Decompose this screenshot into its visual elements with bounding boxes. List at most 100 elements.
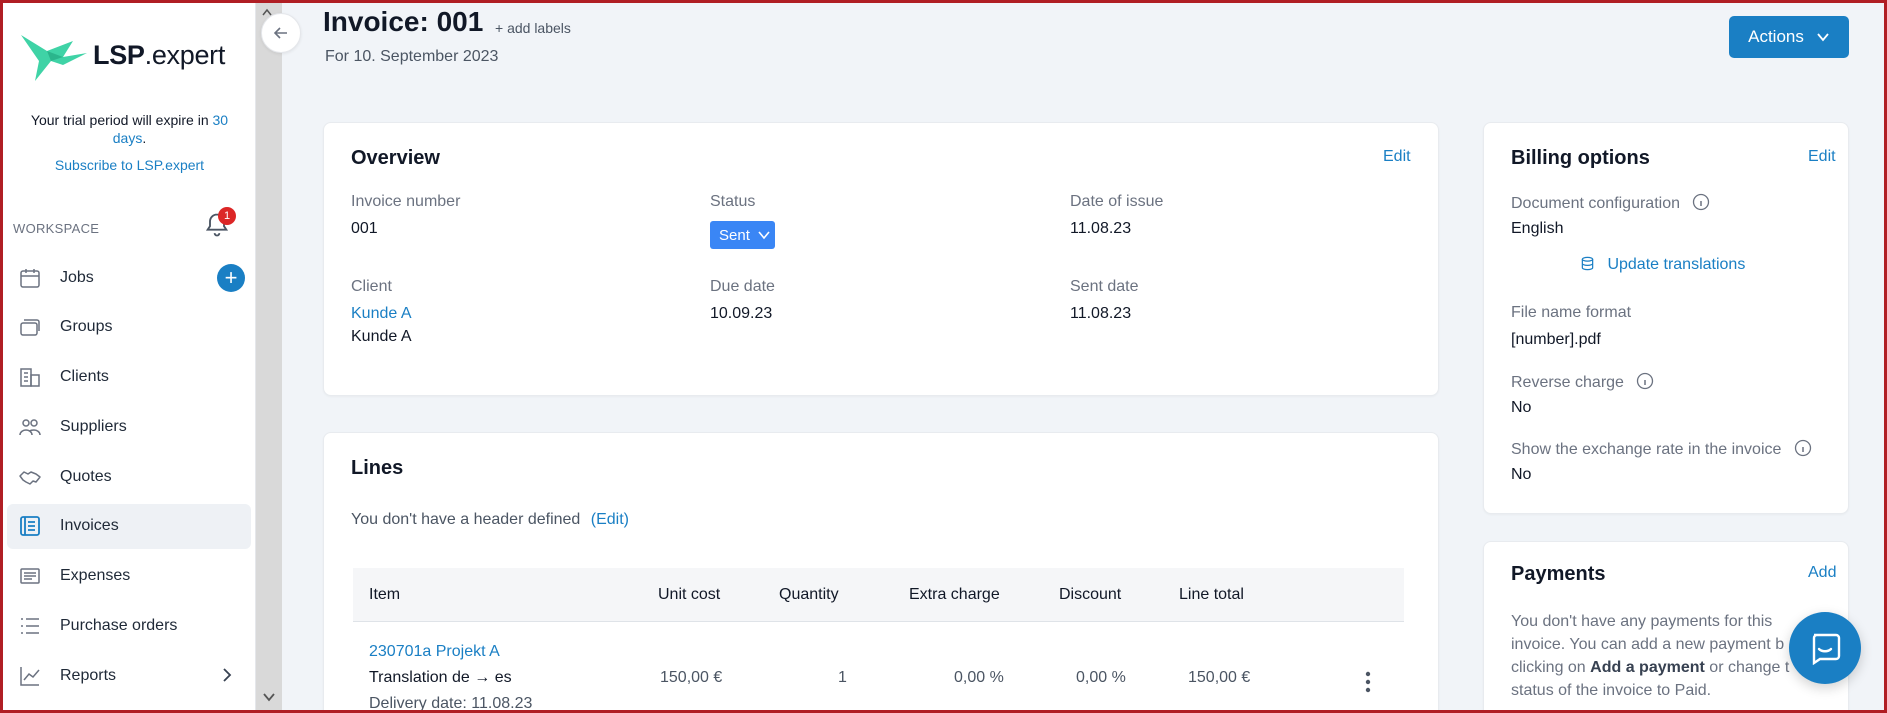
column-header[interactable]: Discount [1059, 586, 1121, 604]
chevron-down-icon [758, 231, 770, 240]
arrow-left-icon [273, 27, 287, 39]
lines-card: Lines You don't have a header defined (E… [323, 432, 1439, 713]
sidebar-item-groups[interactable]: Groups [7, 305, 251, 350]
info-icon[interactable] [1692, 193, 1710, 211]
chevron-down-icon [1817, 33, 1829, 42]
client-label: Client [351, 278, 392, 295]
lines-table-header: Item Unit cost Quantity Extra charge Dis… [353, 568, 1404, 622]
quantity-cell: 1 [838, 669, 847, 686]
database-icon [1581, 256, 1594, 271]
sidebar: LSP.expert Your trial period will expire… [3, 3, 256, 710]
add-a-payment-link[interactable]: Add a payment [1590, 659, 1705, 676]
sidebar-item-reports[interactable]: Reports [7, 653, 251, 698]
sidebar-item-label: Invoices [60, 517, 119, 535]
calendar-icon [17, 265, 43, 291]
extra-charge-cell: 0,00 % [954, 669, 1004, 686]
invoice-date-subtitle: For 10. September 2023 [325, 48, 499, 65]
client-name: Kunde A [351, 328, 412, 345]
payments-title: Payments [1511, 563, 1606, 585]
header-edit-link[interactable]: (Edit) [591, 511, 629, 528]
invoice-number-label: Invoice number [351, 193, 461, 210]
column-header[interactable]: Quantity [779, 586, 839, 604]
building-icon [17, 364, 43, 390]
status-dropdown[interactable]: Sent [710, 221, 775, 249]
line-item-delivery-date: Delivery date: 11.08.23 [369, 695, 533, 712]
chevron-down-icon[interactable] [262, 690, 276, 704]
receipt-icon [17, 563, 43, 589]
overview-card: Overview Edit Invoice number 001 Status … [323, 122, 1439, 396]
status-value: Sent [719, 226, 750, 244]
sidebar-item-label: Clients [60, 368, 109, 386]
date-of-issue-value: 11.08.23 [1070, 220, 1132, 237]
sidebar-item-label: Expenses [60, 567, 131, 585]
doc-config-value: English [1511, 220, 1564, 237]
page-title: Invoice: 001 [323, 6, 484, 37]
sidebar-item-suppliers[interactable]: Suppliers [7, 404, 251, 449]
more-options-icon[interactable] [1365, 671, 1371, 693]
header-notice: You don't have a header defined (Edit) [351, 511, 630, 528]
sidebar-scrollbar[interactable] [256, 3, 282, 710]
sidebar-item-quotes[interactable]: Quotes [7, 454, 251, 499]
exchange-rate-label: Show the exchange rate in the invoice [1511, 439, 1812, 459]
chart-icon [17, 663, 43, 689]
unit-cost-cell: 150,00 € [660, 669, 723, 686]
due-date-value: 10.09.23 [710, 305, 773, 322]
status-label: Status [710, 193, 756, 210]
add-labels-link[interactable]: + add labels [495, 20, 571, 36]
reverse-charge-value: No [1511, 399, 1532, 416]
actions-button[interactable]: Actions [1729, 16, 1849, 58]
notification-badge: 1 [218, 207, 236, 225]
column-header[interactable]: Extra charge [909, 586, 1000, 604]
logo[interactable]: LSP.expert [17, 27, 225, 83]
trial-notice: Your trial period will expire in 30 days… [30, 112, 229, 146]
subscribe-link[interactable]: Subscribe to LSP.expert [3, 157, 256, 173]
date-of-issue-label: Date of issue [1070, 193, 1164, 210]
info-icon[interactable] [1794, 439, 1812, 457]
chat-icon [1812, 633, 1841, 665]
chevron-right-icon[interactable] [217, 665, 237, 685]
sidebar-item-purchase-orders[interactable]: Purchase orders [7, 604, 251, 649]
sidebar-item-clients[interactable]: Clients [7, 355, 251, 400]
invoice-number-value: 001 [351, 220, 378, 237]
info-icon[interactable] [1636, 372, 1654, 390]
column-header[interactable]: Item [369, 586, 400, 604]
discount-cell: 0,00 % [1076, 669, 1126, 686]
due-date-label: Due date [710, 278, 775, 295]
handshake-icon [17, 464, 43, 490]
actions-button-label: Actions [1748, 27, 1804, 46]
sent-date-value: 11.08.23 [1070, 305, 1132, 322]
overview-edit-link[interactable]: Edit [1383, 148, 1411, 166]
add-payment-link[interactable]: Add [1808, 564, 1836, 582]
sent-date-label: Sent date [1070, 278, 1139, 295]
column-header[interactable]: Line total [1179, 586, 1244, 604]
sidebar-nav: Jobs + Groups Clients Suppliers Quotes I… [7, 255, 251, 703]
billing-edit-link[interactable]: Edit [1808, 148, 1836, 166]
line-item-description: Translation de → es [369, 669, 512, 686]
sidebar-item-label: Suppliers [60, 417, 127, 435]
sidebar-item-invoices[interactable]: Invoices [7, 503, 251, 549]
add-job-button[interactable]: + [217, 264, 245, 292]
sidebar-item-label: Groups [60, 318, 113, 336]
update-translations-link[interactable]: Update translations [1580, 256, 1745, 274]
sidebar-item-expenses[interactable]: Expenses [7, 554, 251, 599]
sidebar-item-label: Purchase orders [60, 617, 178, 635]
chat-launcher-button[interactable] [1789, 612, 1861, 684]
list-icon [17, 613, 43, 639]
overview-title: Overview [351, 147, 440, 169]
sidebar-item-jobs[interactable]: Jobs + [7, 255, 251, 300]
line-total-cell: 150,00 € [1188, 669, 1251, 686]
lines-title: Lines [351, 457, 404, 479]
line-item-link[interactable]: 230701a Projekt A [369, 643, 500, 661]
invoice-icon [17, 513, 43, 539]
file-name-format-label: File name format [1511, 304, 1632, 321]
logo-text: LSP.expert [93, 39, 226, 70]
column-header[interactable]: Unit cost [658, 586, 720, 604]
people-icon [17, 414, 43, 440]
bird-logo-icon [21, 35, 87, 81]
client-link[interactable]: Kunde A [351, 305, 412, 323]
collapse-sidebar-button[interactable] [261, 13, 301, 53]
file-name-format-value: [number].pdf [1511, 331, 1601, 348]
reverse-charge-label: Reverse charge [1511, 372, 1654, 392]
sidebar-item-label: Reports [60, 666, 117, 684]
workspace-label: WORKSPACE [13, 221, 100, 236]
